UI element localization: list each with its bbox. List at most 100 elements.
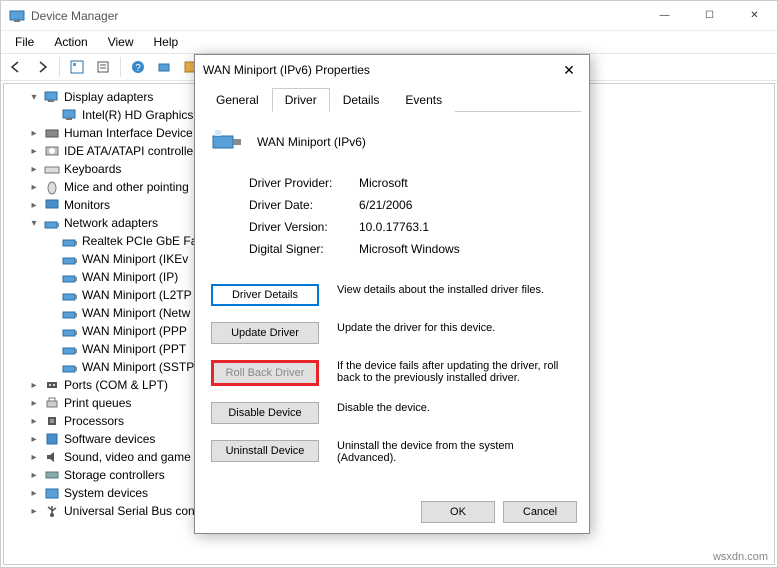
monitor-icon bbox=[44, 197, 60, 213]
tree-item-label: WAN Miniport (PPT bbox=[82, 342, 186, 356]
properties-button[interactable] bbox=[92, 56, 114, 78]
scan-button[interactable] bbox=[153, 56, 175, 78]
watermark: wsxdn.com bbox=[709, 550, 772, 564]
mouse-icon bbox=[44, 179, 60, 195]
expander-icon[interactable]: ▸ bbox=[28, 200, 40, 211]
version-value: 10.0.17763.1 bbox=[359, 220, 429, 234]
tree-item-label: Software devices bbox=[64, 432, 155, 446]
maximize-button[interactable]: ☐ bbox=[687, 1, 732, 30]
main-titlebar: Device Manager — ☐ ✕ bbox=[1, 1, 777, 31]
network-adapter-icon bbox=[211, 126, 243, 158]
update-driver-desc: Update the driver for this device. bbox=[337, 322, 573, 334]
tab-events[interactable]: Events bbox=[392, 88, 455, 112]
menu-file[interactable]: File bbox=[5, 33, 44, 51]
signer-label: Digital Signer: bbox=[249, 242, 359, 256]
tree-item-label: Sound, video and game bbox=[64, 450, 191, 464]
provider-value: Microsoft bbox=[359, 176, 408, 190]
expander-icon[interactable]: ▸ bbox=[28, 380, 40, 391]
expander-icon[interactable]: ▾ bbox=[28, 218, 40, 229]
disable-device-desc: Disable the device. bbox=[337, 402, 573, 414]
tree-item-label: System devices bbox=[64, 486, 148, 500]
port-icon bbox=[44, 377, 60, 393]
forward-button[interactable] bbox=[31, 56, 53, 78]
net-icon bbox=[62, 359, 78, 375]
net-icon bbox=[62, 323, 78, 339]
net-icon bbox=[44, 215, 60, 231]
close-button[interactable]: ✕ bbox=[732, 1, 777, 30]
net-icon bbox=[62, 251, 78, 267]
dialog-titlebar: WAN Miniport (IPv6) Properties ✕ bbox=[195, 55, 589, 85]
expander-icon[interactable]: ▸ bbox=[28, 506, 40, 517]
menu-view[interactable]: View bbox=[98, 33, 144, 51]
tree-item-label: IDE ATA/ATAPI controlle bbox=[64, 144, 193, 158]
tree-item-label: Storage controllers bbox=[64, 468, 165, 482]
menu-action[interactable]: Action bbox=[44, 33, 97, 51]
tree-item-label: WAN Miniport (IKEv bbox=[82, 252, 188, 266]
minimize-button[interactable]: — bbox=[642, 1, 687, 30]
menubar: File Action View Help bbox=[1, 31, 777, 53]
date-label: Driver Date: bbox=[249, 198, 359, 212]
expander-icon[interactable]: ▸ bbox=[28, 434, 40, 445]
properties-dialog: WAN Miniport (IPv6) Properties ✕ General… bbox=[194, 54, 590, 534]
tree-item-label: Print queues bbox=[64, 396, 131, 410]
expander-icon[interactable]: ▸ bbox=[28, 182, 40, 193]
date-value: 6/21/2006 bbox=[359, 198, 412, 212]
expander-icon[interactable]: ▸ bbox=[28, 452, 40, 463]
provider-label: Driver Provider: bbox=[249, 176, 359, 190]
ok-button[interactable]: OK bbox=[421, 501, 495, 523]
driver-details-button[interactable]: Driver Details bbox=[211, 284, 319, 306]
net-icon bbox=[62, 269, 78, 285]
uninstall-device-button[interactable]: Uninstall Device bbox=[211, 440, 319, 462]
driver-details-desc: View details about the installed driver … bbox=[337, 284, 573, 296]
net-icon bbox=[62, 233, 78, 249]
app-icon bbox=[9, 8, 25, 24]
tree-item-label: Mice and other pointing bbox=[64, 180, 189, 194]
window-title: Device Manager bbox=[31, 9, 642, 23]
sw-icon bbox=[44, 431, 60, 447]
tree-item-label: Monitors bbox=[64, 198, 110, 212]
tree-item-label: Keyboards bbox=[64, 162, 121, 176]
dialog-close-button[interactable]: ✕ bbox=[549, 56, 589, 85]
tree-item-label: WAN Miniport (Netw bbox=[82, 306, 190, 320]
expander-icon[interactable]: ▸ bbox=[28, 398, 40, 409]
tree-item-label: Human Interface Device bbox=[64, 126, 193, 140]
show-hidden-button[interactable] bbox=[66, 56, 88, 78]
roll-back-driver-button[interactable]: Roll Back Driver bbox=[211, 360, 319, 386]
hid-icon bbox=[44, 125, 60, 141]
display-icon bbox=[62, 107, 78, 123]
help-button[interactable]: ? bbox=[127, 56, 149, 78]
tree-item-label: Ports (COM & LPT) bbox=[64, 378, 168, 392]
storage-icon bbox=[44, 467, 60, 483]
tab-driver[interactable]: Driver bbox=[272, 88, 330, 112]
usb-icon bbox=[44, 503, 60, 519]
expander-icon[interactable]: ▸ bbox=[28, 128, 40, 139]
tree-item-label: Universal Serial Bus contr bbox=[64, 504, 202, 518]
tab-general[interactable]: General bbox=[203, 88, 272, 112]
queue-icon bbox=[44, 395, 60, 411]
menu-help[interactable]: Help bbox=[144, 33, 189, 51]
tree-item-label: WAN Miniport (SSTP bbox=[82, 360, 194, 374]
device-name: WAN Miniport (IPv6) bbox=[257, 135, 366, 149]
expander-icon[interactable]: ▸ bbox=[28, 470, 40, 481]
tab-details[interactable]: Details bbox=[330, 88, 393, 112]
back-button[interactable] bbox=[5, 56, 27, 78]
expander-icon[interactable]: ▸ bbox=[28, 164, 40, 175]
roll-back-driver-desc: If the device fails after updating the d… bbox=[337, 360, 573, 384]
update-driver-button[interactable]: Update Driver bbox=[211, 322, 319, 344]
expander-icon[interactable]: ▾ bbox=[28, 92, 40, 103]
tree-item-label: WAN Miniport (L2TP bbox=[82, 288, 192, 302]
net-icon bbox=[62, 341, 78, 357]
svg-text:?: ? bbox=[135, 63, 141, 74]
dialog-title: WAN Miniport (IPv6) Properties bbox=[203, 63, 549, 77]
expander-icon[interactable]: ▸ bbox=[28, 416, 40, 427]
uninstall-device-desc: Uninstall the device from the system (Ad… bbox=[337, 440, 573, 464]
tree-item-label: WAN Miniport (IP) bbox=[82, 270, 178, 284]
expander-icon[interactable]: ▸ bbox=[28, 146, 40, 157]
display-icon bbox=[44, 89, 60, 105]
disable-device-button[interactable]: Disable Device bbox=[211, 402, 319, 424]
expander-icon[interactable]: ▸ bbox=[28, 488, 40, 499]
tab-body: WAN Miniport (IPv6) Driver Provider:Micr… bbox=[195, 112, 589, 494]
cancel-button[interactable]: Cancel bbox=[503, 501, 577, 523]
net-icon bbox=[62, 305, 78, 321]
tree-item-label: WAN Miniport (PPP bbox=[82, 324, 187, 338]
